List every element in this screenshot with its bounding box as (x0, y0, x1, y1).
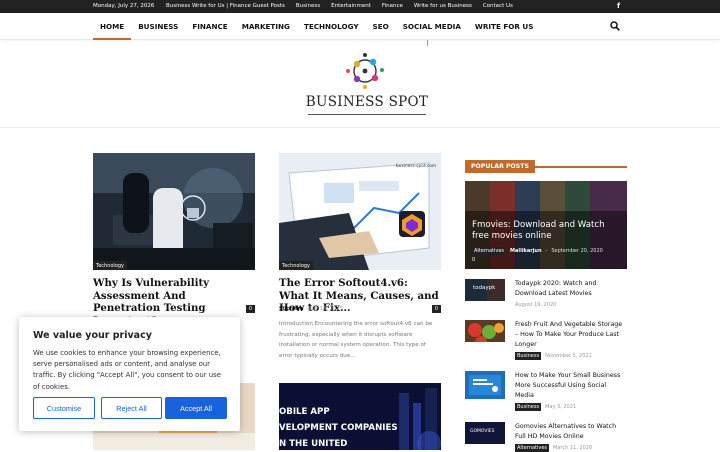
post-meta: Business November 5, 2021 (515, 352, 592, 360)
sidebar-post[interactable]: Fresh Fruit And Vegetable Storage – How … (465, 320, 627, 362)
featured-author[interactable]: Mallikarjun (510, 248, 542, 254)
top-link-entertainment[interactable]: Entertainment (331, 3, 371, 9)
featured-meta: Alternatives Mallikarjun - September 20,… (472, 247, 603, 255)
post-meta: Business May 3, 2021 (515, 403, 576, 411)
nav-write-for-us[interactable]: WRITE FOR US (468, 13, 541, 40)
laptop-image (279, 153, 441, 270)
main-nav: HOME BUSINESS FINANCE MARKETING TECHNOLO… (0, 13, 720, 40)
category-badge[interactable]: Business (515, 403, 542, 411)
category-badge[interactable]: Technology (279, 261, 314, 270)
post-date: March 11, 2020 (553, 445, 593, 451)
search-icon[interactable] (610, 21, 620, 31)
category-badge[interactable]: Alternatives (472, 247, 507, 255)
post-thumbnail[interactable] (465, 371, 505, 399)
popular-posts-header: POPULAR POSTS (465, 153, 627, 173)
comment-count[interactable]: 0 (245, 305, 255, 313)
article-author[interactable]: Suchitra (279, 306, 304, 312)
article-thumbnail[interactable]: business-spot.com Technology (279, 153, 441, 270)
nav-social-media[interactable]: SOCIAL MEDIA (396, 13, 468, 40)
thumb-caption: business-spot.com (396, 164, 437, 169)
post-date: August 19, 2020 (515, 302, 557, 308)
post-date: November 5, 2021 (545, 353, 592, 359)
category-badge[interactable]: Technology (93, 261, 128, 270)
reject-all-button[interactable]: Reject All (101, 397, 162, 419)
cookie-text: We use cookies to enhance your browsing … (33, 349, 221, 391)
nav-seo[interactable]: SEO (366, 13, 396, 40)
top-link-write-for-us[interactable]: Business Write for Us | Finance Guest Po… (166, 3, 285, 9)
article-thumbnail[interactable]: OBILE APP VELOPMENT COMPANIES N THE UNIT… (279, 383, 441, 450)
thumb-caption: OBILE APP VELOPMENT COMPANIES N THE UNIT… (279, 407, 398, 449)
comment-count[interactable]: 0 (472, 257, 475, 263)
popular-posts-label: POPULAR POSTS (465, 160, 535, 173)
sidebar-post[interactable]: GOMOVIES Gomovies Alternatives to Watch … (465, 422, 627, 452)
security-image (93, 153, 255, 270)
top-link-finance[interactable]: Finance (382, 3, 403, 9)
nav-marketing[interactable]: MARKETING (235, 13, 297, 40)
category-badge[interactable]: Alternatives (515, 444, 550, 452)
article-date: July 18, 2025 (308, 306, 343, 312)
article-card[interactable]: business-spot.com Technology The Error S… (279, 153, 441, 393)
featured-date: September 20, 2020 (551, 248, 603, 254)
thumb-label: GOMOVIES (470, 429, 495, 434)
current-date: Monday, July 27, 2026 (93, 3, 155, 9)
article-thumbnail[interactable]: Technology (93, 153, 255, 270)
social-media-image (465, 371, 505, 399)
article-meta: Suchitra - July 18, 2025 (279, 306, 343, 312)
sidebar-post[interactable]: How to Make Your Small Business More Suc… (465, 371, 627, 413)
customise-button[interactable]: Customise (33, 397, 95, 419)
top-links: Business Write for Us | Finance Guest Po… (166, 3, 513, 9)
post-meta: August 19, 2020 (515, 302, 556, 308)
sidebar-post[interactable]: todaypk Todaypk 2020: Watch and Download… (465, 279, 627, 309)
post-title[interactable]: Fresh Fruit And Vegetable Storage – How … (515, 320, 627, 350)
post-title[interactable]: How to Make Your Small Business More Suc… (515, 371, 627, 401)
post-thumbnail[interactable]: GOMOVIES (465, 422, 505, 444)
featured-title[interactable]: Fmovies: Download and Watch free movies … (472, 220, 622, 242)
facebook-icon[interactable]: f (617, 2, 620, 10)
post-meta: Alternatives March 11, 2020 (515, 444, 592, 452)
category-badge[interactable]: Business (515, 352, 542, 360)
nav-home[interactable]: HOME (93, 13, 132, 40)
site-logo[interactable]: BUSINESS SPOT (305, 40, 429, 122)
post-date: May 3, 2021 (545, 404, 577, 410)
brand-name: BUSINESS SPOT (305, 94, 429, 110)
nav-business[interactable]: BUSINESS (131, 13, 185, 40)
fruit-image (465, 320, 505, 342)
top-bar: Monday, July 27, 2026 Business Write for… (0, 0, 720, 13)
top-link-write-for-us-business[interactable]: Write for us Business (414, 3, 472, 9)
post-thumbnail[interactable] (465, 320, 505, 342)
post-title[interactable]: Gomovies Alternatives to Watch Full HD M… (515, 422, 627, 442)
thumb-label: todaypk (473, 285, 496, 291)
cookie-consent-dialog: We value your privacy We use cookies to … (19, 317, 240, 431)
featured-post[interactable]: Fmovies: Download and Watch free movies … (465, 181, 627, 269)
cookie-title: We value your privacy (33, 330, 152, 341)
top-link-contact[interactable]: Contact Us (483, 3, 513, 9)
logo-mark-icon (346, 53, 384, 89)
nav-technology[interactable]: TECHNOLOGY (297, 13, 366, 40)
post-title[interactable]: Todaypk 2020: Watch and Download Latest … (515, 279, 627, 299)
top-link-business[interactable]: Business (296, 3, 320, 9)
article-excerpt: Introduction Encountering the error soft… (279, 321, 433, 359)
nav-finance[interactable]: FINANCE (185, 13, 234, 40)
post-thumbnail[interactable]: todaypk (465, 279, 505, 301)
accept-all-button[interactable]: Accept All (165, 397, 227, 419)
comment-count[interactable]: 0 (431, 305, 441, 313)
